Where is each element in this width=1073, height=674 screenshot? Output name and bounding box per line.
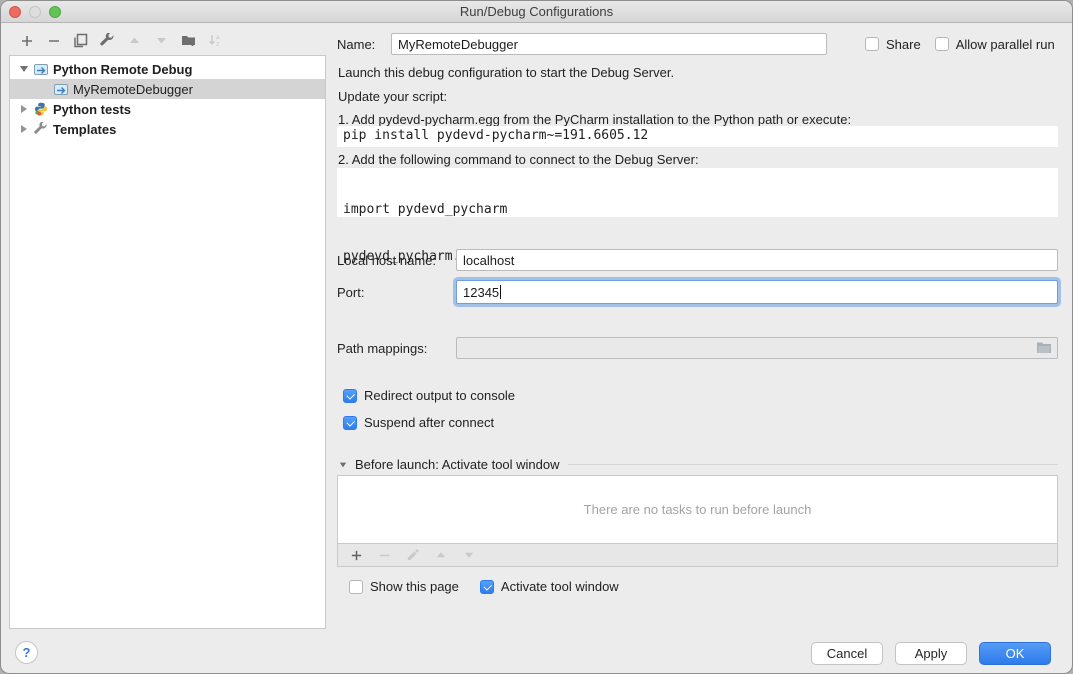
activate-tool-window-checkbox[interactable] xyxy=(480,580,494,594)
collapse-arrow-icon[interactable] xyxy=(20,66,28,72)
redirect-output-checkbox[interactable] xyxy=(343,389,357,403)
window-title: Run/Debug Configurations xyxy=(1,1,1072,22)
port-row: Port: 12345 xyxy=(337,280,1058,304)
configuration-editor: Name: Share Allow parallel run Launch th… xyxy=(337,31,1058,641)
settrace-code-line-1: import pydevd_pycharm xyxy=(343,201,1052,218)
show-this-page-label: Show this page xyxy=(370,579,459,594)
path-mappings-row: Path mappings: xyxy=(337,337,1058,359)
tree-item-label: Python tests xyxy=(53,102,131,117)
show-this-page-checkbox[interactable] xyxy=(349,580,363,594)
instruction-line-2: Update your script: xyxy=(338,89,447,104)
help-button[interactable]: ? xyxy=(15,641,38,664)
tree-item-label: Python Remote Debug xyxy=(53,62,192,77)
before-launch-header[interactable]: Before launch: Activate tool window xyxy=(339,457,1058,472)
python-tests-icon xyxy=(34,102,48,116)
run-debug-configurations-dialog: Run/Debug Configurations az xyxy=(0,0,1073,674)
separator-line xyxy=(568,464,1058,465)
cancel-button[interactable]: Cancel xyxy=(811,642,883,665)
suspend-after-connect-label: Suspend after connect xyxy=(364,415,494,430)
port-input[interactable]: 12345 xyxy=(456,280,1058,304)
folder-icon[interactable] xyxy=(1036,341,1052,355)
move-task-down-icon xyxy=(460,547,477,564)
configurations-toolbar: az xyxy=(18,32,224,49)
tree-item-label: MyRemoteDebugger xyxy=(73,82,193,97)
empty-tasks-text: There are no tasks to run before launch xyxy=(584,502,812,517)
show-this-page-row: Show this page Activate tool window xyxy=(349,579,619,594)
svg-text:a: a xyxy=(216,34,220,41)
zoom-window-icon[interactable] xyxy=(49,6,61,18)
share-checkbox[interactable] xyxy=(865,37,879,51)
tree-item-myremotedebugger[interactable]: MyRemoteDebugger xyxy=(10,79,325,99)
port-value: 12345 xyxy=(463,285,499,300)
titlebar[interactable]: Run/Debug Configurations xyxy=(1,1,1072,23)
allow-parallel-run-label: Allow parallel run xyxy=(956,37,1055,52)
minimize-window-icon xyxy=(29,6,41,18)
tasks-toolbar xyxy=(337,544,1058,567)
wrench-icon xyxy=(34,122,48,136)
allow-parallel-run-checkbox[interactable] xyxy=(935,37,949,51)
remote-debug-config-icon xyxy=(34,64,48,75)
question-mark-icon: ? xyxy=(23,645,31,660)
close-window-icon[interactable] xyxy=(9,6,21,18)
apply-button[interactable]: Apply xyxy=(895,642,967,665)
svg-text:z: z xyxy=(216,41,219,48)
edit-templates-wrench-icon[interactable] xyxy=(99,32,116,49)
configurations-tree: Python Remote Debug MyRemoteDebugger Pyt… xyxy=(9,55,326,629)
move-up-icon xyxy=(126,32,143,49)
edit-task-pencil-icon xyxy=(404,547,421,564)
remove-task-icon xyxy=(376,547,393,564)
traffic-lights xyxy=(9,6,61,18)
instruction-line-1: Launch this debug configuration to start… xyxy=(338,65,674,80)
create-new-folder-icon[interactable] xyxy=(180,32,197,49)
move-task-up-icon xyxy=(432,547,449,564)
instruction-step-1: 1. Add pydevd-pycharm.egg from the PyCha… xyxy=(338,112,851,127)
share-checkbox-row: Share xyxy=(865,37,921,52)
path-mappings-label: Path mappings: xyxy=(337,341,456,356)
name-label: Name: xyxy=(337,37,391,52)
expand-arrow-icon[interactable] xyxy=(21,105,27,113)
tree-item-python-remote-debug[interactable]: Python Remote Debug xyxy=(10,59,325,79)
tree-item-templates[interactable]: Templates xyxy=(10,119,325,139)
before-launch-tasks-list[interactable]: There are no tasks to run before launch xyxy=(337,475,1058,544)
redirect-output-row: Redirect output to console xyxy=(343,388,515,403)
name-input[interactable] xyxy=(391,33,827,55)
suspend-after-connect-row: Suspend after connect xyxy=(343,415,494,430)
move-down-icon xyxy=(153,32,170,49)
local-host-input[interactable] xyxy=(456,249,1058,271)
suspend-after-connect-checkbox[interactable] xyxy=(343,416,357,430)
port-label: Port: xyxy=(337,285,456,300)
activate-tool-window-label: Activate tool window xyxy=(501,579,619,594)
sort-configurations-icon: az xyxy=(207,32,224,49)
remote-debug-config-icon xyxy=(54,84,68,95)
name-row: Name: Share Allow parallel run xyxy=(337,33,1058,55)
local-host-label: Local host name: xyxy=(337,253,456,268)
expand-arrow-icon[interactable] xyxy=(21,125,27,133)
collapse-arrow-icon[interactable] xyxy=(340,462,346,467)
copy-configuration-icon[interactable] xyxy=(72,32,89,49)
remove-icon[interactable] xyxy=(45,32,62,49)
text-cursor xyxy=(500,285,501,299)
ok-button[interactable]: OK xyxy=(979,642,1051,665)
pip-install-code: pip install pydevd-pycharm~=191.6605.12 xyxy=(337,126,1058,147)
add-icon[interactable] xyxy=(18,32,35,49)
redirect-output-label: Redirect output to console xyxy=(364,388,515,403)
tree-item-label: Templates xyxy=(53,122,116,137)
path-mappings-input[interactable] xyxy=(456,337,1058,359)
before-launch-title: Before launch: Activate tool window xyxy=(355,457,560,472)
instruction-step-2: 2. Add the following command to connect … xyxy=(338,152,699,167)
local-host-row: Local host name: xyxy=(337,249,1058,271)
settrace-code-block: import pydevd_pycharm pydevd_pycharm.set… xyxy=(337,168,1058,217)
allow-parallel-checkbox-row: Allow parallel run xyxy=(935,37,1055,52)
tree-item-python-tests[interactable]: Python tests xyxy=(10,99,325,119)
share-label: Share xyxy=(886,37,921,52)
add-task-icon[interactable] xyxy=(348,547,365,564)
